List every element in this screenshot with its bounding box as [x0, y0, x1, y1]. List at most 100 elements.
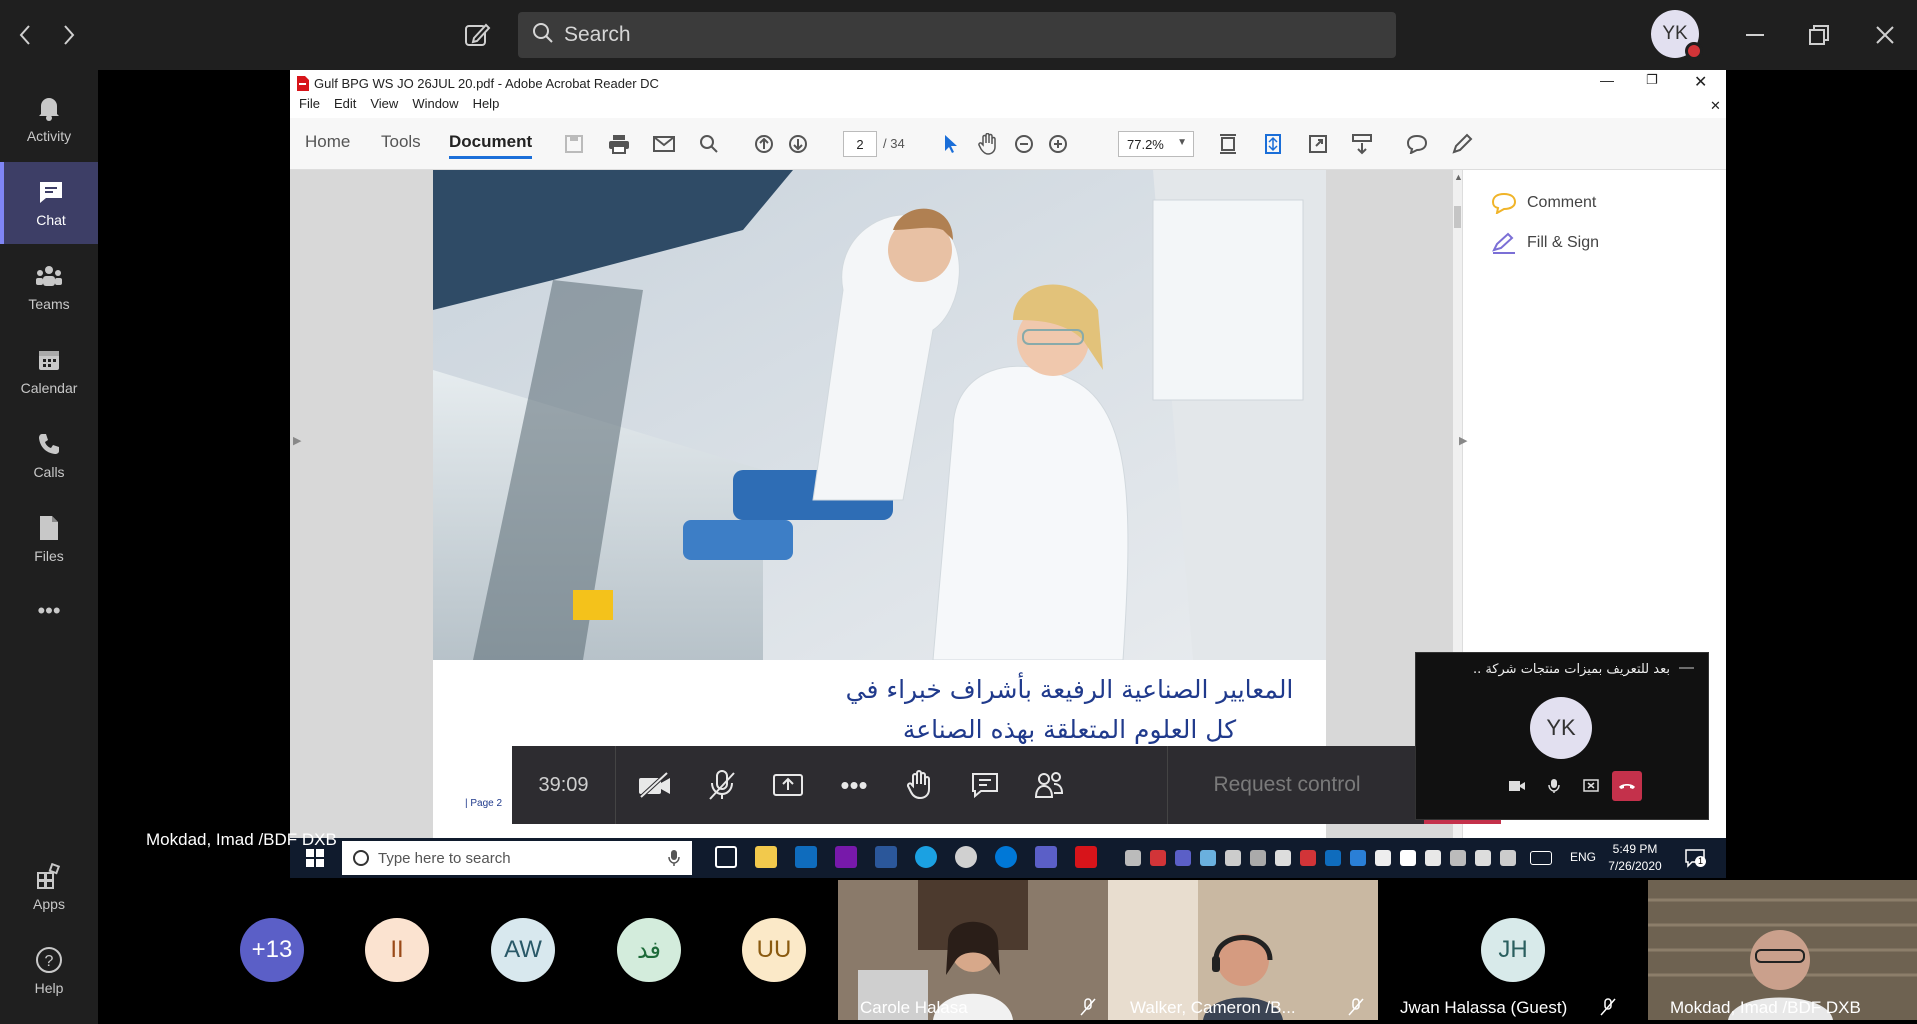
acrobat-close-icon[interactable]: ✕ [1694, 72, 1707, 92]
save-icon[interactable] [560, 130, 588, 158]
input-language[interactable]: ENG [1570, 850, 1596, 864]
windows-start-icon[interactable] [306, 849, 324, 867]
fill-sign-tool[interactable]: Fill & Sign [1491, 232, 1599, 254]
onenote-icon[interactable] [835, 846, 857, 868]
tray-app-icon[interactable] [1425, 850, 1441, 866]
comment-tool[interactable]: Comment [1491, 192, 1596, 214]
internet-explorer-icon[interactable] [915, 846, 937, 868]
select-arrow-icon[interactable] [937, 130, 965, 158]
participant-avatar[interactable]: فد [617, 918, 681, 982]
rail-item-chat[interactable]: Chat [0, 162, 98, 244]
left-panel-toggle-icon[interactable]: ▶ [293, 434, 301, 447]
meeting-chat-icon[interactable] [960, 760, 1010, 810]
action-center-icon[interactable]: 1 [1684, 848, 1706, 868]
participant-tile[interactable]: JH Jwan Halassa (Guest) [1378, 880, 1648, 1020]
menu-edit[interactable]: Edit [334, 96, 356, 118]
right-panel-toggle-icon[interactable]: ▶ [1459, 434, 1467, 447]
participant-video-tile[interactable]: Mokdad, Imad /BDF DXB [1648, 880, 1917, 1020]
mic-off-icon[interactable] [697, 760, 747, 810]
zoom-out-icon[interactable] [1010, 130, 1038, 158]
camera-off-icon[interactable] [630, 760, 680, 810]
mini-share-icon[interactable] [1576, 771, 1606, 801]
tray-app-icon[interactable] [1225, 850, 1241, 866]
rail-item-files[interactable]: Files [0, 498, 98, 580]
document-view[interactable]: ▶ المعايير الصناعية الرفيعة بأشراف خبراء… [290, 170, 1453, 838]
page-number-input[interactable]: 2 [843, 131, 877, 157]
rail-item-apps[interactable]: Apps [0, 846, 98, 928]
tray-app-icon[interactable] [1275, 850, 1291, 866]
acrobat-restore-icon[interactable]: ❐ [1646, 72, 1658, 88]
close-icon[interactable] [1870, 20, 1900, 50]
participant-avatar[interactable]: II [365, 918, 429, 982]
menu-window[interactable]: Window [412, 96, 458, 118]
email-icon[interactable] [650, 130, 678, 158]
new-chat-compose-icon[interactable] [460, 18, 494, 52]
tray-app-icon[interactable] [1350, 850, 1366, 866]
rail-item-calls[interactable]: Calls [0, 414, 98, 496]
task-view-icon[interactable] [715, 846, 737, 868]
raise-hand-icon[interactable] [894, 760, 944, 810]
restore-window-icon[interactable] [1804, 20, 1834, 50]
tab-document[interactable]: Document [449, 132, 533, 159]
mini-minimize-icon[interactable]: — [1679, 659, 1694, 676]
onedrive-icon[interactable] [1325, 850, 1341, 866]
full-screen-icon[interactable] [1304, 130, 1332, 158]
comment-icon[interactable] [1403, 130, 1431, 158]
next-page-icon[interactable] [784, 130, 812, 158]
tab-home[interactable]: Home [305, 132, 350, 152]
file-explorer-icon[interactable] [755, 846, 777, 868]
edge-icon[interactable] [995, 846, 1017, 868]
menu-help[interactable]: Help [473, 96, 500, 118]
mini-call-window[interactable]: بعد للتعريف بميزات منتجات شركة .. — YK [1415, 652, 1709, 820]
taskbar-clock[interactable]: 5:49 PM 7/26/2020 [1606, 841, 1664, 875]
tray-app-icon[interactable] [1300, 850, 1316, 866]
participant-video-tile[interactable]: Walker, Cameron /B... [1108, 880, 1378, 1020]
rail-item-teams[interactable]: Teams [0, 246, 98, 328]
tray-app-icon[interactable] [1150, 850, 1166, 866]
hand-tool-icon[interactable] [974, 130, 1002, 158]
zoom-select[interactable]: 77.2% ▼ [1118, 131, 1194, 157]
keyboard-icon[interactable] [1530, 851, 1552, 865]
app-icon[interactable] [955, 846, 977, 868]
user-avatar[interactable]: YK [1651, 10, 1703, 60]
menu-file[interactable]: File [299, 96, 320, 118]
zoom-in-icon[interactable] [1044, 130, 1072, 158]
tray-app-icon[interactable] [1375, 850, 1391, 866]
forward-arrow-icon[interactable] [54, 20, 84, 50]
scrollbar-thumb[interactable] [1454, 206, 1461, 228]
more-apps-button[interactable]: ••• [0, 576, 98, 646]
tray-teams-icon[interactable] [1175, 850, 1191, 866]
mini-camera-icon[interactable] [1502, 771, 1532, 801]
share-screen-icon[interactable] [763, 760, 813, 810]
tray-app-icon[interactable] [1450, 850, 1466, 866]
mini-mic-icon[interactable] [1539, 771, 1569, 801]
acrobat-minimize-icon[interactable]: — [1600, 72, 1614, 88]
more-actions-icon[interactable]: ••• [829, 760, 879, 810]
menu-view[interactable]: View [370, 96, 398, 118]
fit-page-icon[interactable] [1214, 130, 1242, 158]
network-icon[interactable] [1500, 850, 1516, 866]
tray-app-icon[interactable] [1125, 850, 1141, 866]
participant-avatar[interactable]: UU [742, 918, 806, 982]
participant-video-tile[interactable]: Carole Halasa [838, 880, 1108, 1020]
back-arrow-icon[interactable] [10, 20, 40, 50]
participants-icon[interactable] [1024, 760, 1074, 810]
rail-item-activity[interactable]: Activity [0, 78, 98, 160]
microphone-icon[interactable] [668, 849, 680, 867]
acrobat-taskbar-icon[interactable] [1075, 846, 1097, 868]
previous-page-icon[interactable] [750, 130, 778, 158]
outlook-icon[interactable] [795, 846, 817, 868]
rail-item-help[interactable]: ? Help [0, 930, 98, 1012]
find-icon[interactable] [695, 130, 723, 158]
participant-avatar[interactable]: AW [491, 918, 555, 982]
volume-icon[interactable] [1475, 850, 1491, 866]
pen-icon[interactable] [1448, 130, 1476, 158]
teams-taskbar-icon[interactable] [1035, 846, 1057, 868]
taskbar-search-input[interactable]: Type here to search [342, 841, 692, 875]
scrolling-mode-icon[interactable] [1259, 130, 1287, 158]
read-mode-icon[interactable] [1348, 130, 1376, 158]
tray-app-icon[interactable] [1250, 850, 1266, 866]
document-close-icon[interactable]: ✕ [1710, 98, 1721, 114]
search-input[interactable]: Search [518, 12, 1396, 58]
tray-app-icon[interactable] [1400, 850, 1416, 866]
